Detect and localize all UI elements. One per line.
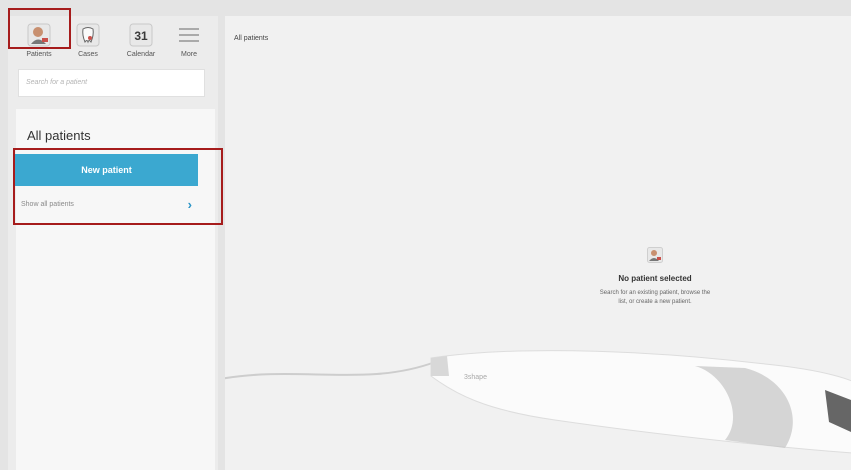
nav-cases-label: Cases — [78, 51, 98, 58]
patient-search-input[interactable]: Search for a patient — [18, 69, 205, 97]
nav-cases[interactable]: Cases — [66, 20, 110, 64]
nav-patients-label: Patients — [26, 51, 52, 58]
nav-calendar-label: Calendar — [126, 51, 156, 58]
intraoral-scanner-image — [225, 350, 851, 454]
calendar-icon: 31 — [129, 23, 153, 47]
new-patient-highlight-box — [13, 148, 223, 225]
main-panel: All patients No patient selected Search … — [225, 16, 851, 470]
patients-highlight-box — [8, 8, 71, 49]
breadcrumb: All patients — [234, 35, 269, 42]
brand-logo-text: 3shape — [464, 374, 487, 381]
nav-more-label: More — [181, 51, 197, 58]
nav-calendar[interactable]: 31 Calendar — [119, 20, 163, 64]
menu-icon — [179, 28, 199, 42]
list-title: All patients — [27, 128, 91, 143]
empty-description-line-1: Search for an existing patient, browse t… — [599, 290, 711, 296]
empty-description: Search for an existing patient, browse t… — [555, 289, 755, 307]
empty-state: No patient selected Search for an existi… — [555, 247, 755, 307]
svg-text:31: 31 — [134, 29, 148, 43]
empty-title: No patient selected — [618, 274, 692, 283]
patient-avatar-icon — [647, 247, 663, 263]
tooth-icon — [76, 23, 100, 47]
left-panel: Patients Cases 31 Calendar More Search f… — [8, 16, 218, 470]
empty-description-line-2: list, or create a new patient. — [618, 299, 692, 305]
nav-more[interactable]: More — [167, 20, 211, 64]
